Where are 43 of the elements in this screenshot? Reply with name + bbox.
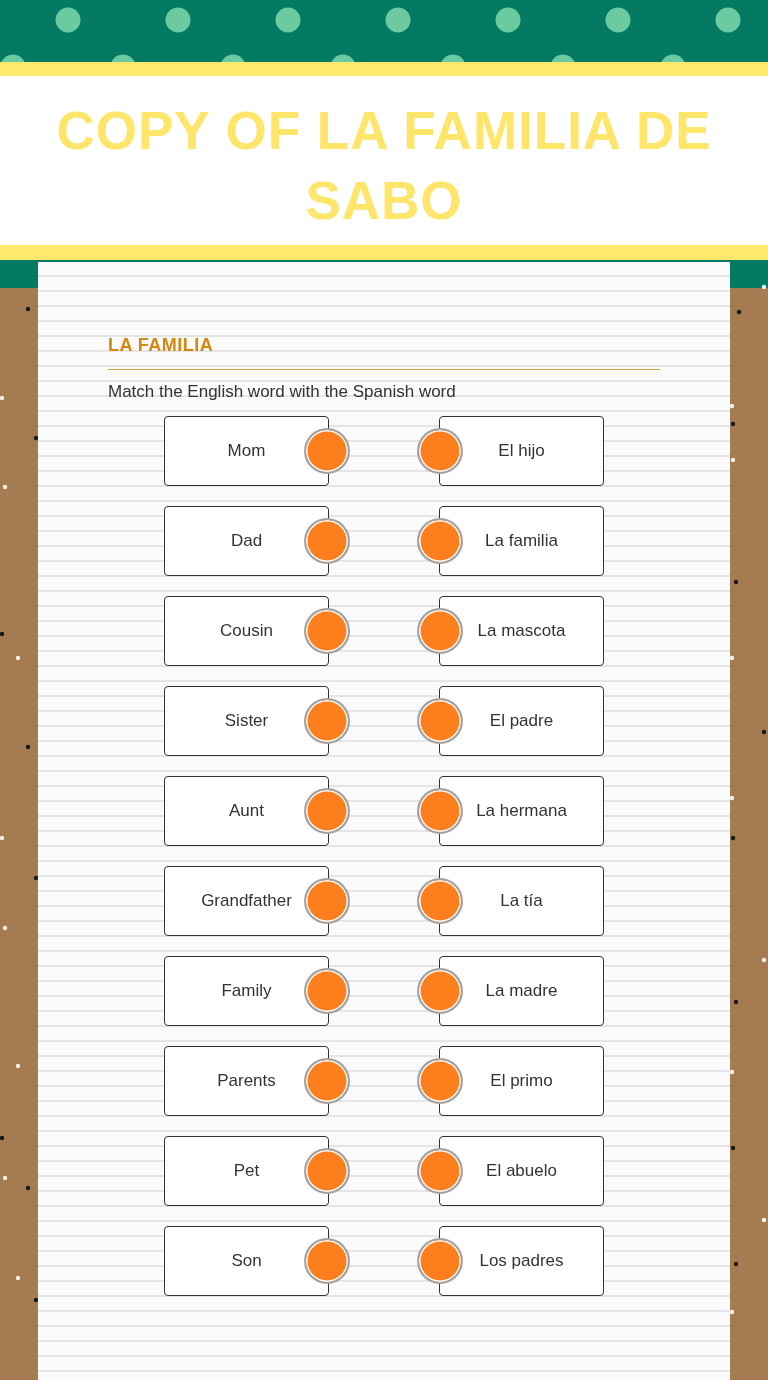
english-term-card: Grandfather (164, 866, 329, 936)
match-dot-icon[interactable] (304, 608, 350, 654)
section-title: LA FAMILIA (108, 334, 215, 356)
english-term-card: Family (164, 956, 329, 1026)
match-dot-icon[interactable] (304, 518, 350, 564)
match-dot-icon[interactable] (417, 698, 463, 744)
spanish-term-card: La familia (439, 506, 604, 576)
english-term-card: Sister (164, 686, 329, 756)
match-dot-icon[interactable] (417, 788, 463, 834)
english-term-card: Mom (164, 416, 329, 486)
spanish-term-card: El padre (439, 686, 604, 756)
match-dot-icon[interactable] (417, 1238, 463, 1284)
match-dot-icon[interactable] (304, 878, 350, 924)
match-dot-icon[interactable] (304, 698, 350, 744)
english-term-card: Cousin (164, 596, 329, 666)
spanish-term-card: La hermana (439, 776, 604, 846)
match-dot-icon[interactable] (417, 518, 463, 564)
spanish-term-card: La tía (439, 866, 604, 936)
match-dot-icon[interactable] (304, 1238, 350, 1284)
english-term-card: Son (164, 1226, 329, 1296)
match-dot-icon[interactable] (417, 608, 463, 654)
instructions-text: Match the English word with the Spanish word (108, 381, 457, 403)
spanish-term-card: El primo (439, 1046, 604, 1116)
match-dot-icon[interactable] (304, 788, 350, 834)
match-dot-icon[interactable] (304, 1148, 350, 1194)
worksheet-title: COPY OF LA FAMILIA DE SABO (55, 100, 713, 232)
match-dot-icon[interactable] (304, 1058, 350, 1104)
spanish-term-card: La mascota (439, 596, 604, 666)
match-dot-icon[interactable] (417, 428, 463, 474)
english-term-card: Parents (164, 1046, 329, 1116)
match-dot-icon[interactable] (417, 878, 463, 924)
match-dot-icon[interactable] (304, 968, 350, 1014)
spanish-term-card: La madre (439, 956, 604, 1026)
spanish-term-card: Los padres (439, 1226, 604, 1296)
match-dot-icon[interactable] (304, 428, 350, 474)
spanish-term-card: El abuelo (439, 1136, 604, 1206)
english-term-card: Pet (164, 1136, 329, 1206)
spanish-term-card: El hijo (439, 416, 604, 486)
english-term-card: Dad (164, 506, 329, 576)
english-term-card: Aunt (164, 776, 329, 846)
match-dot-icon[interactable] (417, 968, 463, 1014)
match-dot-icon[interactable] (417, 1058, 463, 1104)
match-dot-icon[interactable] (417, 1148, 463, 1194)
